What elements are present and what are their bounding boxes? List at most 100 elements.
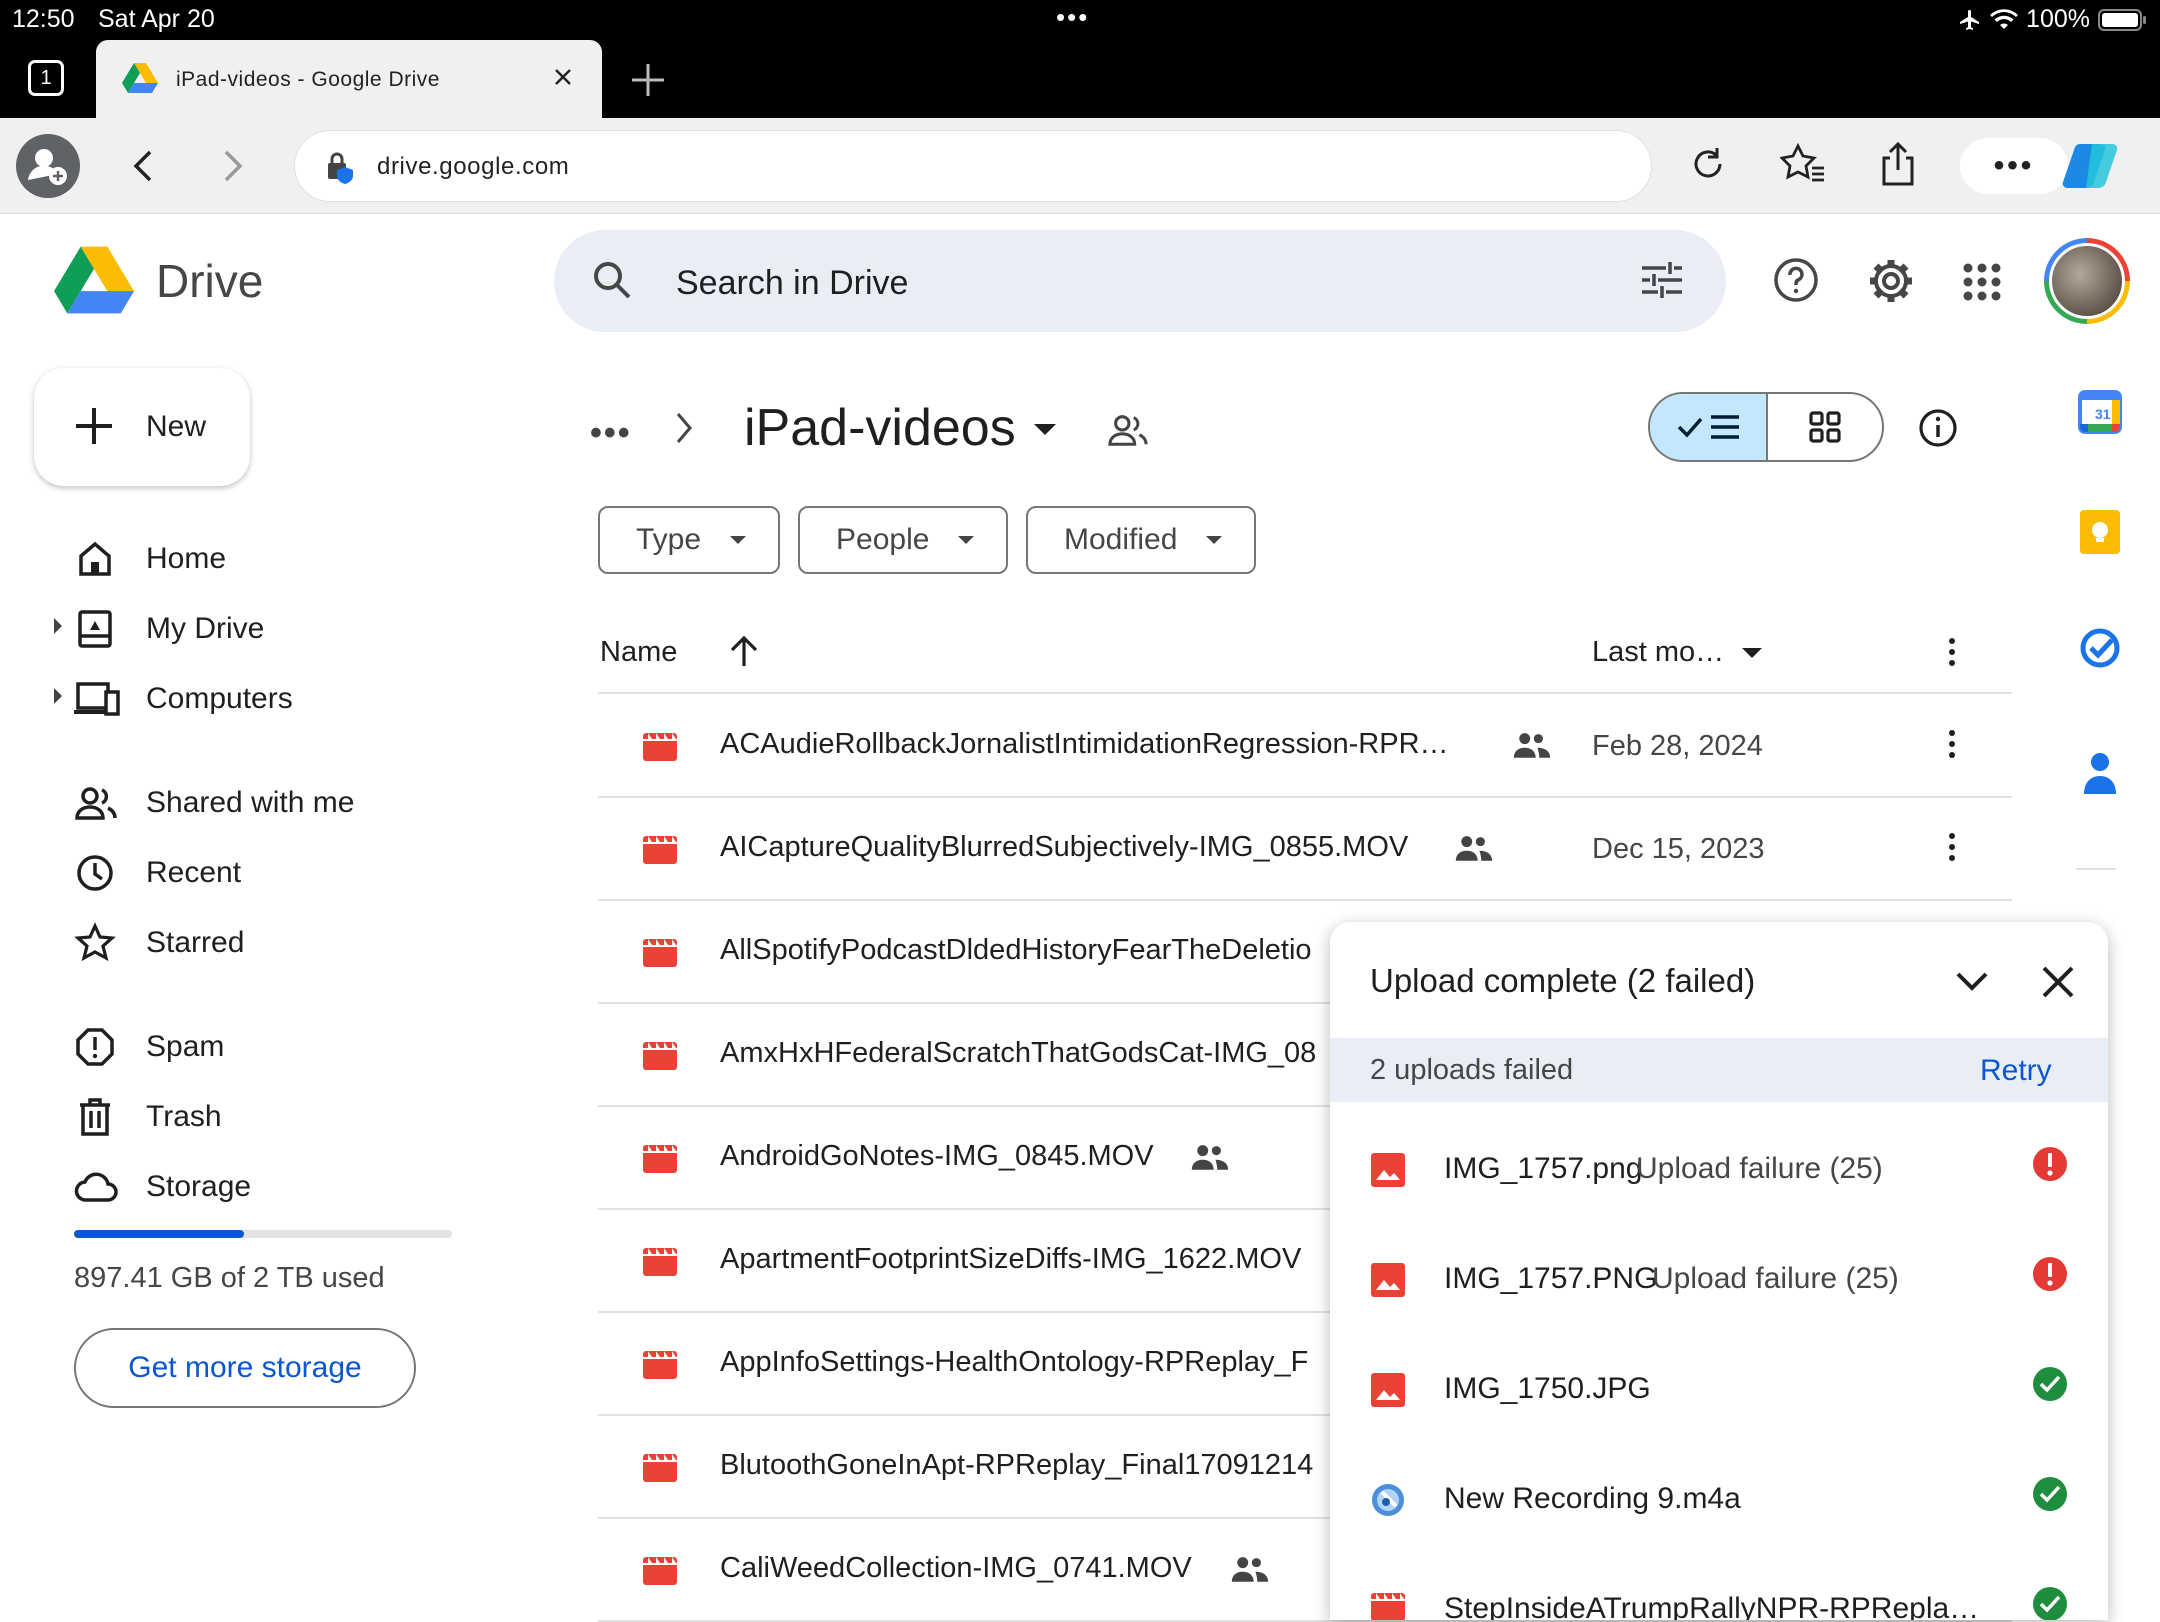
file-modified-date: Dec 15, 2023 [1592,833,1765,865]
collapse-chevron-icon[interactable] [1950,962,1994,1002]
upload-item[interactable]: IMG_1757.PNG Upload failure (25) [1330,1224,2108,1334]
new-button[interactable]: New [34,368,250,486]
sidebar-item-spam[interactable]: Spam [0,1016,540,1076]
sidebar-item-shared-with-me[interactable]: Shared with me [0,772,540,832]
video-file-icon [642,1041,678,1071]
sidebar-item-my-drive[interactable]: My Drive [0,598,540,658]
upload-item[interactable]: New Recording 9.m4a [1330,1444,2108,1554]
forward-icon[interactable] [214,146,250,186]
file-name: ACAudieRollbackJornalistIntimidationRegr… [720,728,1449,760]
favorites-icon[interactable] [1780,142,1828,186]
storage-usage-text: 897.41 GB of 2 TB used [74,1262,385,1294]
error-icon[interactable] [2030,1144,2070,1184]
account-avatar[interactable] [2044,238,2130,324]
profile-icon[interactable] [16,134,80,198]
back-icon[interactable] [126,146,162,186]
sidebar-item-starred[interactable]: Starred [0,912,540,972]
file-name: BlutoothGoneInApt-RPReplay_Final17091214 [720,1449,1314,1481]
close-tab-icon[interactable] [548,62,578,92]
file-modified-date: Feb 28, 2024 [1592,730,1763,762]
drive-logo-icon[interactable] [54,244,134,316]
close-panel-icon[interactable] [2036,960,2080,1004]
filter-chip-people[interactable]: People [798,506,1008,574]
expand-caret-icon[interactable] [54,618,62,634]
trash-icon [74,1096,116,1138]
sort-menu-caret-icon[interactable] [1742,648,1762,658]
column-header-last-modified[interactable]: Last mo… [1592,636,1724,669]
new-tab-icon[interactable] [628,60,668,100]
grid-view-button[interactable] [1768,394,1882,460]
reload-icon[interactable] [1686,142,1730,186]
multitask-dots[interactable]: ••• [1056,2,1089,33]
contacts-app-icon[interactable] [2078,748,2122,796]
column-header-name[interactable]: Name [600,636,677,669]
copilot-icon[interactable] [2062,140,2122,192]
more-menu-button[interactable]: ••• [1960,138,2068,194]
browser-tab[interactable]: iPad-videos - Google Drive [96,40,602,118]
filter-chip-type[interactable]: Type [598,506,780,574]
sidebar-item-recent[interactable]: Recent [0,842,540,902]
dropdown-caret-icon [730,536,746,544]
drive-logo-text[interactable]: Drive [156,254,263,308]
apps-grid-icon[interactable] [1962,262,2002,302]
view-toggle[interactable] [1648,392,1884,462]
site-lock-icon[interactable] [323,151,357,185]
settings-gear-icon[interactable] [1866,256,1916,306]
file-more-icon[interactable] [1946,831,1958,863]
file-name: AppInfoSettings-HealthOntology-RPReplay_… [720,1346,1309,1378]
file-name: AmxHxHFederalScratchThatGodsCat-IMG_08 [720,1037,1317,1069]
filter-chip-modified[interactable]: Modified [1026,506,1256,574]
breadcrumb-more-button[interactable]: ••• [590,414,632,453]
video-file-icon [642,1247,678,1277]
search-options-icon[interactable] [1640,260,1684,300]
file-row[interactable]: ACAudieRollbackJornalistIntimidationRegr… [598,694,2012,796]
sidebar-item-home[interactable]: Home [0,528,540,588]
info-icon[interactable] [1918,408,1958,448]
keep-app-icon[interactable] [2078,508,2122,556]
sidebar-item-label: Recent [146,856,242,889]
dropdown-caret-icon [958,536,974,544]
tab-count-button[interactable]: 1 [28,60,64,96]
drive-favicon-icon [122,62,158,94]
sort-ascending-icon[interactable] [726,634,762,670]
video-file-icon [642,1350,678,1380]
tab-title: iPad-videos - Google Drive [176,68,440,91]
audio-file-icon [1370,1482,1406,1518]
get-more-storage-button[interactable]: Get more storage [74,1328,416,1408]
video-file-icon [642,835,678,865]
sidebar-item-trash[interactable]: Trash [0,1086,540,1146]
shared-icon [74,782,118,824]
calendar-app-icon[interactable]: 31 [2078,390,2122,434]
share-icon[interactable] [1876,140,1920,188]
sidebar-item-computers[interactable]: Computers [0,668,540,728]
upload-item[interactable]: StepInsideATrumpRallyNPR-RPRepla… [1330,1554,2108,1620]
help-icon[interactable] [1772,256,1820,304]
upload-item[interactable]: IMG_1757.png Upload failure (25) [1330,1114,2108,1224]
status-time: 12:50 [12,5,75,33]
svg-text:31: 31 [2095,406,2111,422]
search-icon[interactable] [590,258,634,302]
folder-title[interactable]: iPad-videos [744,398,1016,458]
image-file-icon [1370,1152,1406,1188]
column-more-icon[interactable] [1946,636,1958,668]
upload-file-name: StepInsideATrumpRallyNPR-RPRepla… [1444,1592,1980,1620]
url-field[interactable]: drive.google.com [294,130,1652,202]
expand-caret-icon[interactable] [54,688,62,704]
spam-icon [74,1026,116,1068]
folder-menu-caret-icon[interactable] [1034,424,1056,435]
file-name: CaliWeedCollection-IMG_0741.MOV [720,1552,1192,1584]
list-view-button[interactable] [1650,394,1768,460]
sidebar-item-storage[interactable]: Storage [0,1156,540,1216]
tasks-app-icon[interactable] [2078,626,2122,670]
filter-chip-label: Type [636,523,702,556]
search-bar[interactable]: Search in Drive [554,230,1726,332]
search-placeholder[interactable]: Search in Drive [676,264,908,303]
error-icon[interactable] [2030,1254,2070,1294]
file-more-icon[interactable] [1946,728,1958,760]
file-row[interactable]: AICaptureQualityBlurredSubjectively-IMG_… [598,797,2012,899]
url-text: drive.google.com [377,153,570,180]
upload-item[interactable]: IMG_1750.JPG [1330,1334,2108,1444]
shared-file-icon [1190,1142,1230,1172]
retry-button[interactable]: Retry [1980,1054,2052,1088]
sidebar-item-label: Home [146,542,227,575]
